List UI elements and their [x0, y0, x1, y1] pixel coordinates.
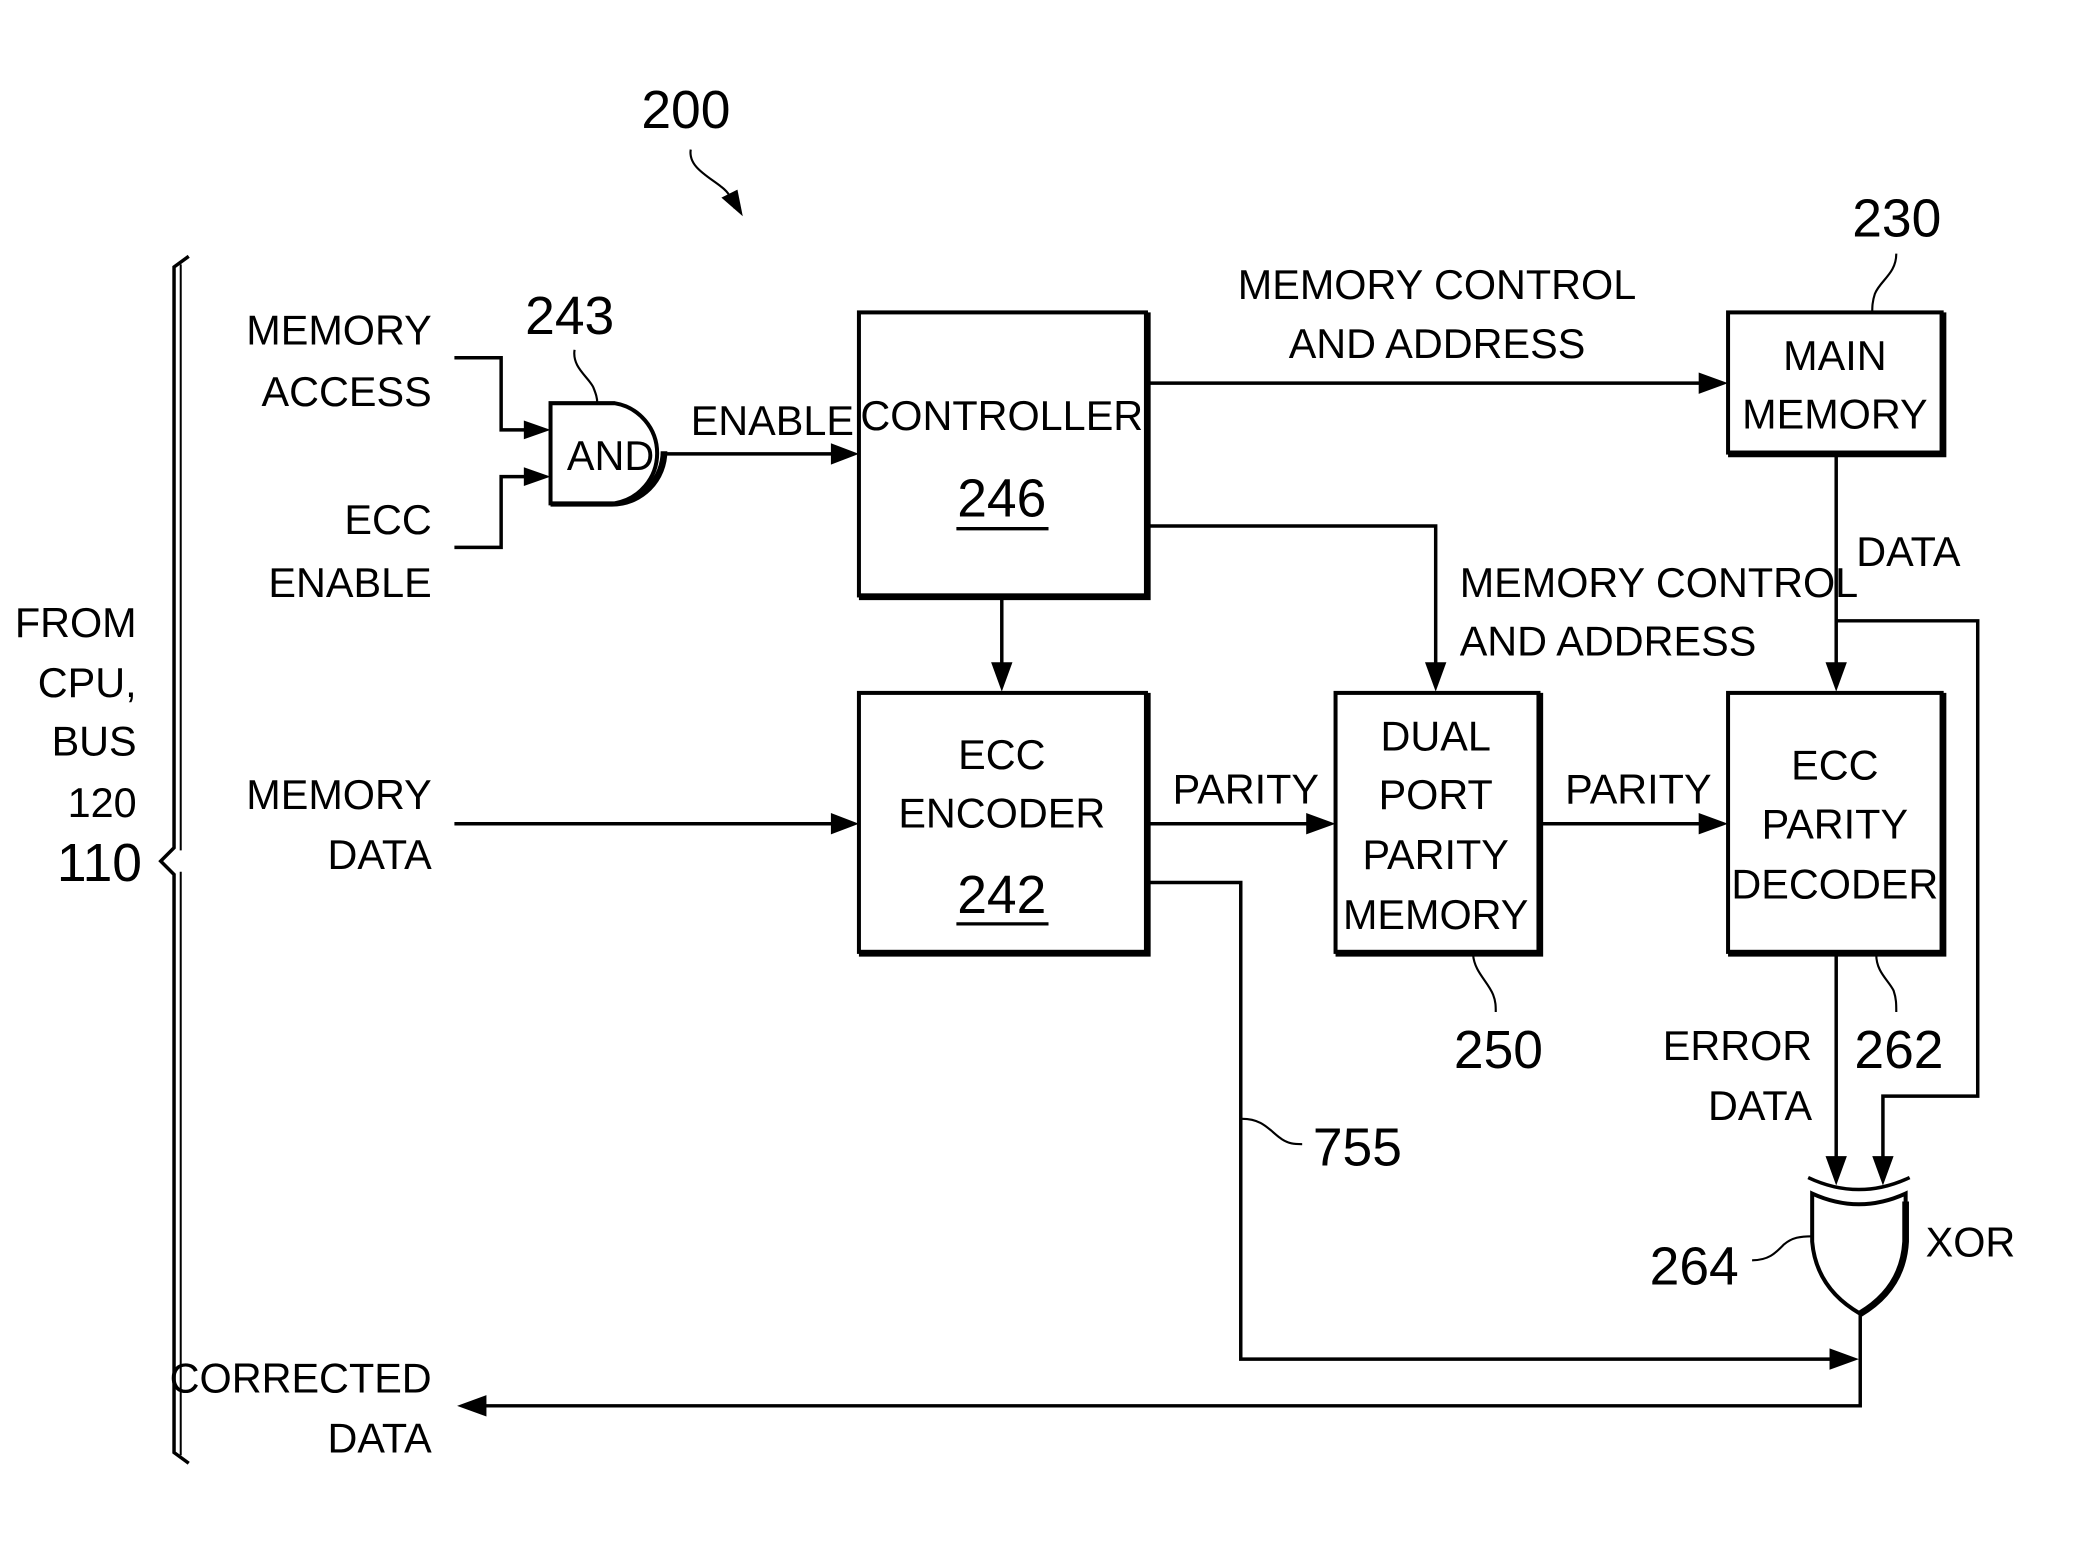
ecc-enable-wire — [454, 474, 530, 550]
diagram-text: BUS — [52, 719, 137, 765]
xor-gate-reference: 264 — [1650, 1237, 1739, 1296]
and-gate: AND — [548, 401, 668, 507]
diagram-text: AND ADDRESS — [1460, 619, 1757, 665]
parity-2-label: PARITY — [1565, 767, 1711, 813]
parity-memory-block: DUAL PORT PARITY MEMORY — [1333, 690, 1544, 957]
parity-decoder-block: ECC PARITY DECODER — [1726, 690, 1947, 957]
xor-gate-label: XOR — [1926, 1219, 2016, 1265]
diagram-text: FROM — [15, 600, 137, 646]
bypass-leader — [1242, 1117, 1303, 1146]
controller-block: CONTROLLER 246 — [856, 310, 1151, 601]
mem-ctrl-top-label: MEMORY CONTROL AND ADDRESS — [1238, 262, 1636, 367]
memory-access-label: MEMORY ACCESS — [246, 307, 431, 414]
diagram-text: CORRECTED — [170, 1355, 432, 1401]
encoder-bypass-arrowhead — [1829, 1348, 1859, 1370]
diagram-text: DUAL — [1380, 713, 1490, 759]
main-memory-leader — [1871, 253, 1898, 313]
parity-memory-reference: 250 — [1454, 1021, 1543, 1080]
main-memory-label-line2: MEMORY — [1742, 392, 1927, 438]
diagram-text: DATA — [1708, 1083, 1813, 1129]
ecc-enable-arrowhead — [523, 467, 551, 486]
diagram-text: PARITY — [1762, 801, 1908, 847]
and-gate-label: AND — [567, 433, 654, 479]
mem-ctrl-mid-label: MEMORY CONTROL AND ADDRESS — [1460, 560, 1858, 665]
enable-label: ENABLE — [691, 398, 854, 444]
memory-data-label: MEMORY DATA — [246, 772, 432, 878]
parity-1-arrowhead — [1306, 813, 1336, 835]
figure-reference-arrowhead — [721, 189, 743, 217]
memory-access-arrowhead — [523, 420, 551, 440]
corrected-data-arrowhead — [457, 1395, 487, 1417]
diagram-text: MEMORY — [1343, 892, 1528, 938]
data-bypass-arrowhead — [1872, 1156, 1894, 1186]
diagram-text: PARITY — [1362, 832, 1508, 878]
controller-reference: 246 — [957, 470, 1046, 529]
ecc-encoder-block: ECC ENCODER 242 — [856, 690, 1151, 957]
memory-data-arrowhead — [830, 813, 859, 835]
xor-gate: XOR — [1807, 1175, 2016, 1317]
diagram-text: ECC — [344, 497, 431, 543]
cpu-bus-brace — [158, 254, 190, 1465]
ecc-encoder-label-line2: ENCODER — [898, 791, 1105, 837]
mem-ctrl-mid-arrowhead — [1425, 662, 1447, 692]
mem-ctrl-top-arrowhead — [1698, 372, 1729, 394]
controller-to-encoder-arrowhead — [991, 662, 1013, 692]
diagram-text: ENABLE — [268, 560, 431, 606]
error-data-arrowhead — [1825, 1156, 1847, 1186]
diagram-text: MEMORY — [246, 772, 431, 818]
parity-decoder-reference: 262 — [1854, 1021, 1943, 1080]
enable-arrowhead — [830, 443, 859, 465]
main-memory-label-line1: MAIN — [1783, 333, 1886, 379]
diagram-text: MEMORY — [246, 307, 431, 353]
diagram-text: ERROR — [1663, 1023, 1812, 1069]
parity-memory-leader — [1471, 954, 1497, 1012]
diagram-text: 120 — [68, 780, 137, 826]
ecc-memory-block-diagram: 200 FROM CPU, BUS 120 110 MEMORY ACCESS … — [15, 81, 2016, 1465]
diagram-text: MEMORY CONTROL — [1460, 560, 1858, 606]
main-memory-block: MAIN MEMORY — [1726, 310, 1947, 458]
diagram-text: ECC — [1791, 743, 1878, 789]
bypass-reference: 755 — [1313, 1119, 1402, 1178]
bus-label: FROM CPU, BUS 120 — [15, 600, 137, 826]
data-label: DATA — [1856, 529, 1961, 575]
bus-reference-number: 110 — [57, 834, 142, 893]
diagram-text: AND ADDRESS — [1289, 321, 1586, 367]
parity-decoder-leader — [1875, 954, 1898, 1012]
diagram-text: ACCESS — [262, 369, 432, 415]
figure-reference-number: 200 — [641, 81, 730, 140]
diagram-text: DATA — [327, 1416, 432, 1462]
ecc-encoder-reference: 242 — [957, 866, 1046, 925]
diagram-text: PORT — [1379, 772, 1493, 818]
memory-access-wire — [454, 356, 530, 432]
ecc-encoder-label-line1: ECC — [958, 732, 1045, 778]
mem-ctrl-mid-wire — [1147, 524, 1438, 668]
error-data-label: ERROR DATA — [1663, 1023, 1813, 1129]
controller-label: CONTROLLER — [860, 393, 1143, 439]
parity-2-arrowhead — [1698, 813, 1729, 835]
corrected-data-label: CORRECTED DATA — [170, 1355, 432, 1461]
main-memory-reference: 230 — [1852, 189, 1941, 248]
parity-1-label: PARITY — [1173, 767, 1319, 813]
data-arrowhead — [1825, 662, 1847, 692]
and-gate-leader — [573, 349, 599, 404]
xor-gate-leader — [1752, 1235, 1813, 1262]
diagram-text: MEMORY CONTROL — [1238, 262, 1636, 308]
diagram-text: DECODER — [1731, 861, 1938, 907]
diagram-text: CPU, — [38, 660, 137, 706]
and-gate-reference: 243 — [525, 287, 614, 346]
ecc-enable-label: ECC ENABLE — [268, 497, 431, 606]
diagram-text: DATA — [327, 832, 432, 878]
